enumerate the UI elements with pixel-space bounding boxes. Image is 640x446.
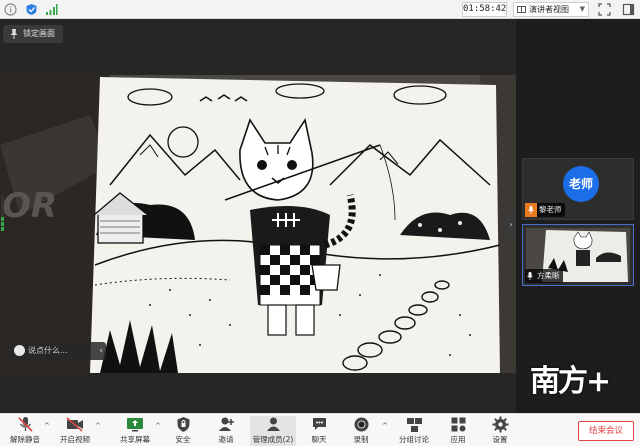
lock-view-label: 锁定画面: [23, 29, 55, 38]
share-screen-label: 共享屏幕: [120, 435, 150, 444]
meeting-window: 01:58:42 演讲者视图 ▼ 锁定画面 OR 说点什么... ‹ › 老师 …: [0, 0, 640, 446]
fullscreen-icon[interactable]: [598, 3, 611, 16]
camera-off-icon: [66, 417, 83, 432]
security-button[interactable]: 安全: [168, 416, 198, 446]
apps-button[interactable]: 应用: [443, 416, 473, 446]
record-label: 录制: [353, 435, 369, 444]
main-video-area: 锁定画面 OR 说点什么... ‹ ›: [0, 19, 516, 413]
gear-icon: [492, 416, 508, 433]
unmute-button[interactable]: 解除静音: [6, 416, 44, 446]
info-icon[interactable]: [4, 3, 17, 16]
settings-button[interactable]: 设置: [485, 416, 515, 446]
chevron-down-icon: ▼: [579, 5, 585, 13]
breakout-rooms-label: 分组讨论: [399, 435, 429, 444]
unmute-label: 解除静音: [10, 435, 40, 444]
participant-panel: 老师 黎老师 方柔晰: [516, 19, 640, 413]
share-screen-button[interactable]: 共享屏幕: [116, 416, 154, 446]
meeting-timer: 01:58:42: [462, 2, 507, 17]
participant-name-tag: 黎老师: [525, 203, 565, 217]
shield-icon: [177, 417, 189, 432]
chat-input-placeholder: 说点什么...: [28, 346, 68, 355]
top-bar: 01:58:42 演讲者视图 ▼: [0, 0, 640, 19]
shared-video: OR: [0, 75, 516, 373]
apps-icon: [451, 417, 465, 432]
record-button[interactable]: 录制: [346, 416, 376, 446]
participant-name-tag: 方柔晰: [525, 269, 563, 283]
emoji-icon[interactable]: [14, 345, 25, 356]
participant-name: 黎老师: [539, 205, 562, 214]
shield-icon[interactable]: [25, 3, 38, 16]
chat-label: 聊天: [311, 435, 327, 444]
security-label: 安全: [175, 435, 191, 444]
end-meeting-button[interactable]: 结束会议: [578, 421, 634, 441]
chevron-up-icon[interactable]: ^: [155, 422, 161, 430]
svg-text:OR: OR: [2, 186, 57, 226]
drawing-image: OR: [0, 75, 516, 373]
mic-muted-icon: [17, 417, 33, 432]
chevron-up-icon[interactable]: ^: [44, 422, 50, 430]
chevron-up-icon[interactable]: ^: [382, 422, 388, 430]
people-icon: [266, 417, 280, 431]
record-icon: [354, 417, 368, 432]
collapse-sidebar-button[interactable]: ›: [506, 212, 516, 238]
start-video-label: 开启视频: [60, 435, 90, 444]
apps-label: 应用: [450, 435, 466, 444]
signal-icon[interactable]: [45, 3, 58, 16]
avatar: 老师: [563, 166, 599, 202]
start-video-button[interactable]: 开启视频: [56, 416, 94, 446]
invite-button[interactable]: 邀请: [211, 416, 241, 446]
participant-name: 方柔晰: [537, 271, 560, 280]
pin-icon: [10, 29, 18, 39]
invite-label: 邀请: [218, 435, 234, 444]
manage-members-button[interactable]: 管理成员(2): [250, 416, 296, 446]
view-mode-label: 演讲者视图: [529, 5, 569, 14]
audio-level-indicator: [1, 195, 4, 231]
sidebar-toggle-icon[interactable]: [622, 3, 635, 16]
participant-tile[interactable]: 老师 黎老师: [522, 158, 634, 220]
share-screen-icon: [127, 418, 143, 432]
lock-view-button[interactable]: 锁定画面: [3, 25, 63, 43]
mic-icon: [528, 206, 534, 214]
grid-icon: [517, 6, 526, 13]
chevron-up-icon[interactable]: ^: [95, 422, 101, 430]
participant-tile[interactable]: 方柔晰: [522, 224, 634, 286]
chat-button[interactable]: 聊天: [304, 416, 334, 446]
mic-icon: [527, 272, 533, 280]
bottom-toolbar: 解除静音 ^ 开启视频 ^ 共享屏幕 ^ 安全 邀请 管理成员(2) 聊天 录制…: [0, 413, 640, 446]
breakout-icon: [406, 418, 422, 432]
chat-icon: [312, 418, 326, 430]
settings-label: 设置: [492, 435, 508, 444]
chat-input-bar[interactable]: 说点什么... ‹: [11, 342, 106, 360]
view-mode-dropdown[interactable]: 演讲者视图 ▼: [513, 2, 589, 17]
chevron-left-icon[interactable]: ‹: [99, 342, 103, 360]
breakout-rooms-button[interactable]: 分组讨论: [396, 416, 432, 446]
add-person-icon: [218, 417, 234, 431]
watermark-logo: 南方+: [530, 364, 611, 399]
manage-members-label: 管理成员(2): [252, 435, 294, 444]
